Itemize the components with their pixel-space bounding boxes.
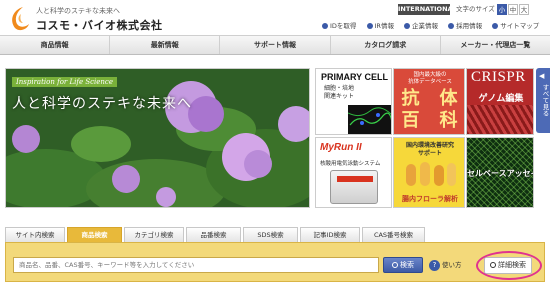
- top-link-sitemap[interactable]: サイトマップ: [492, 21, 539, 31]
- tab-cas-search[interactable]: CAS番号検索: [362, 227, 425, 242]
- banner-line: サポート: [417, 150, 442, 157]
- bullet-icon: [492, 23, 499, 29]
- cell-image: [348, 105, 391, 134]
- help-label: 使い方: [442, 261, 462, 269]
- banner-title: PRIMARY CELL: [321, 72, 389, 82]
- chevron-left-icon: ◀: [539, 72, 545, 80]
- banner-text: 国内環境改善研究 サポート: [398, 142, 462, 158]
- banner-line: 国内最大級の: [413, 72, 447, 78]
- banner-title: 百 科: [401, 110, 459, 131]
- banner-subtitle: ゲノム編集: [478, 94, 524, 104]
- myrun-logo: MyRun II: [320, 142, 362, 153]
- banner-line: 国内環境改善研究: [405, 142, 454, 149]
- banner-flora[interactable]: 国内環境改善研究 サポート 腸内フローラ解析: [393, 137, 465, 208]
- top-link-recruit[interactable]: 採用情報: [448, 21, 482, 31]
- device-panel: [337, 176, 373, 182]
- bullet-icon: [404, 23, 411, 29]
- top-link-label: IDを取得: [330, 22, 357, 30]
- bacteria-icon: [406, 162, 456, 186]
- top-link-company[interactable]: 企業情報: [404, 21, 438, 31]
- search-button-label: 検索: [400, 261, 414, 269]
- banner-title: 抗 体: [401, 88, 459, 109]
- banner-crispr[interactable]: CRISPR ゲノム編集: [466, 68, 534, 135]
- banner-primary-cell[interactable]: PRIMARY CELL 細胞・培地 関連キット: [315, 68, 392, 135]
- help-link[interactable]: ? 使い方: [429, 259, 462, 271]
- international-button[interactable]: INTERNATIONAL: [398, 4, 457, 15]
- view-all-label: すべて見る: [541, 84, 549, 117]
- nav-makers[interactable]: メーカー・代理店一覧: [441, 36, 550, 54]
- search-button[interactable]: 検索: [383, 257, 423, 273]
- banner-text: 国内最大級の 抗体データベース: [394, 72, 464, 86]
- font-size-label: 文字のサイズ: [456, 5, 495, 13]
- top-link-label: サイトマップ: [500, 22, 540, 30]
- tab-sds-search[interactable]: SDS検索: [243, 227, 298, 242]
- nav-support[interactable]: サポート情報: [220, 36, 331, 54]
- hero-banner[interactable]: Inspiration for Life Science 人と科学のステキな未来…: [5, 68, 310, 208]
- tab-site-search[interactable]: サイト内検索: [5, 227, 65, 242]
- banner-line: 抗体データベース: [408, 79, 452, 85]
- hero-subtitle: Inspiration for Life Science: [12, 77, 117, 87]
- font-size-medium-button[interactable]: 中: [508, 4, 518, 15]
- tab-category-search[interactable]: カテゴリ検索: [124, 227, 184, 242]
- banner-text: 核酸用電気泳動システム: [320, 161, 381, 167]
- top-links: IDを取得 IR情報 企業情報 採用情報 サイトマップ: [314, 21, 539, 31]
- company-logo-icon[interactable]: [9, 6, 31, 32]
- top-link-label: 企業情報: [412, 22, 439, 30]
- banner-line: 関連キット: [324, 93, 355, 100]
- main-nav: 商品情報 最新情報 サポート情報 カタログ請求 メーカー・代理店一覧: [0, 35, 550, 55]
- bullet-icon: [366, 23, 373, 29]
- dna-image: [467, 105, 533, 134]
- banner-antibody[interactable]: 国内最大級の 抗体データベース 抗 体 百 科: [393, 68, 465, 135]
- highlight-ring: [476, 251, 542, 280]
- top-link-ir[interactable]: IR情報: [366, 21, 394, 31]
- header-tagline: 人と科学のステキな未来へ: [36, 7, 120, 15]
- nav-catalog[interactable]: カタログ請求: [331, 36, 441, 54]
- banner-title: CRISPR: [471, 69, 526, 85]
- bullet-icon: [448, 23, 455, 29]
- bullet-icon: [322, 23, 328, 29]
- banner-line: 細胞・培地: [324, 85, 355, 92]
- electrophoresis-device-image: [330, 170, 378, 204]
- tab-product-search[interactable]: 商品検索: [67, 227, 122, 242]
- search-input[interactable]: [13, 257, 379, 273]
- font-size-large-button[interactable]: 大: [519, 4, 529, 15]
- top-link-label: 採用情報: [456, 22, 483, 30]
- top-link-label: IR情報: [374, 22, 394, 30]
- banner-caption: 腸内フローラ解析: [402, 195, 458, 203]
- view-all-tab[interactable]: ◀ すべて見る: [536, 68, 550, 133]
- search-tabs: サイト内検索 商品検索 カテゴリ検索 品番検索 SDS検索 記事ID検索 CAS…: [5, 227, 545, 242]
- hero-title: 人と科学のステキな未来へ: [12, 96, 192, 112]
- nav-news[interactable]: 最新情報: [110, 36, 221, 54]
- top-link-get-id[interactable]: IDを取得: [322, 21, 356, 31]
- banner-cell-based-assay[interactable]: セルベースアッセイ: [466, 137, 534, 208]
- hydrangea-image: [6, 69, 309, 207]
- nav-products[interactable]: 商品情報: [0, 36, 111, 54]
- company-name[interactable]: コスモ・バイオ株式会社: [36, 17, 163, 33]
- search-icon: [392, 262, 398, 268]
- tab-catalog-number-search[interactable]: 品番検索: [186, 227, 241, 242]
- search-bar: 検索 ?使い方 詳細検索: [5, 242, 545, 282]
- question-icon: ?: [429, 260, 440, 271]
- tab-article-id-search[interactable]: 記事ID検索: [300, 227, 360, 242]
- banner-title: セルベースアッセイ: [467, 169, 534, 178]
- banner-text: 細胞・培地 関連キット: [324, 85, 354, 101]
- banner-myrun[interactable]: MyRun II 核酸用電気泳動システム: [315, 137, 392, 208]
- font-size-small-button[interactable]: 小: [497, 4, 507, 15]
